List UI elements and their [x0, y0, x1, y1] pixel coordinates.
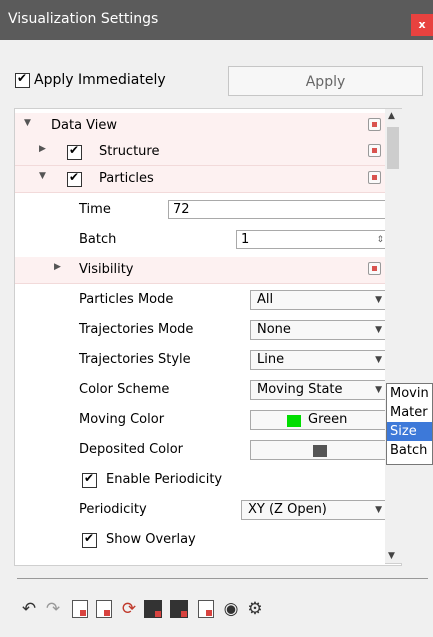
particles-mode-select[interactable]: All ▼ [250, 290, 389, 310]
undo-icon[interactable]: ↶ [18, 598, 40, 620]
time-input[interactable]: 72 [168, 200, 387, 219]
deposited-color-label: Deposited Color [79, 442, 184, 457]
collapsed-arrow-icon[interactable]: ▶ [39, 144, 46, 154]
enable-periodicity-checkbox[interactable] [82, 471, 97, 488]
reset-view-icon[interactable] [96, 600, 112, 618]
tree-row-structure[interactable]: ▶ Structure [15, 139, 385, 166]
redo-icon[interactable]: ↷ [42, 598, 64, 620]
reset-icon[interactable] [368, 118, 381, 131]
data-view-label: Data View [51, 118, 118, 133]
dropdown-arrow-icon[interactable]: ▼ [375, 381, 382, 399]
trajectories-style-value: Line [257, 352, 285, 367]
show-overlay-checkbox[interactable] [82, 531, 97, 548]
reset-icon[interactable] [368, 171, 381, 184]
batch-value: 1 [241, 232, 250, 247]
scroll-up-icon[interactable]: ▲ [388, 111, 395, 121]
apply-immediately-checkbox[interactable]: Apply Immediately [15, 71, 166, 88]
particles-checkbox[interactable] [67, 170, 82, 187]
deposited-color-button[interactable] [250, 440, 389, 460]
save-image-icon[interactable] [144, 600, 162, 618]
show-overlay-row: Show Overlay [15, 527, 385, 553]
particles-mode-row: Particles Mode All ▼ [15, 287, 389, 313]
color-scheme-row: Color Scheme Moving State ▼ [15, 377, 389, 403]
reset-icon[interactable] [368, 144, 381, 157]
dropdown-option[interactable]: Mater [387, 403, 432, 422]
trajectories-mode-label: Trajectories Mode [79, 322, 194, 337]
enable-periodicity-row: Enable Periodicity [15, 467, 385, 493]
particles-label: Particles [99, 171, 154, 186]
expanded-arrow-icon[interactable]: ▼ [24, 118, 31, 128]
settings-tree: ▼ Data View ▶ Structure ▼ Particles Time… [14, 108, 402, 566]
particles-mode-label: Particles Mode [79, 292, 174, 307]
trajectories-mode-select[interactable]: None ▼ [250, 320, 389, 340]
periodicity-row: Periodicity XY (Z Open) ▼ [15, 497, 389, 523]
show-overlay-label: Show Overlay [106, 532, 196, 547]
tree-row-data-view[interactable]: ▼ Data View [15, 113, 385, 140]
vertical-scrollbar[interactable]: ▲ ▼ [385, 108, 402, 564]
periodicity-select[interactable]: XY (Z Open) ▼ [241, 500, 389, 520]
save-settings-icon[interactable] [170, 600, 188, 618]
batch-row: Batch 1 ⇕ [15, 227, 389, 253]
dropdown-option-selected[interactable]: Size [387, 422, 432, 441]
color-swatch [287, 415, 301, 427]
reset-icon[interactable] [368, 262, 381, 275]
apply-row: Apply Immediately Apply [0, 64, 433, 100]
structure-label: Structure [99, 144, 160, 159]
particles-mode-value: All [257, 292, 274, 307]
color-scheme-value: Moving State [257, 382, 343, 397]
refresh-icon[interactable]: ⟳ [118, 598, 140, 620]
apply-button[interactable]: Apply [228, 66, 423, 96]
close-button[interactable]: x [411, 14, 433, 36]
time-label: Time [79, 202, 111, 217]
trajectories-style-row: Trajectories Style Line ▼ [15, 347, 389, 373]
deposited-color-row: Deposited Color [15, 437, 389, 463]
tree-row-particles[interactable]: ▼ Particles [15, 166, 385, 193]
apply-immediately-label: Apply Immediately [34, 72, 166, 88]
structure-checkbox[interactable] [67, 143, 82, 160]
tree-row-visibility[interactable]: ▶ Visibility [15, 257, 385, 284]
visibility-label: Visibility [79, 262, 134, 277]
color-swatch [313, 445, 327, 457]
batch-label: Batch [79, 232, 117, 247]
moving-color-label: Moving Color [79, 412, 165, 427]
expanded-arrow-icon[interactable]: ▼ [39, 171, 46, 181]
collapsed-arrow-icon[interactable]: ▶ [54, 262, 61, 272]
periodicity-value: XY (Z Open) [248, 502, 327, 517]
dropdown-arrow-icon[interactable]: ▼ [375, 321, 382, 339]
moving-color-row: Moving Color Green [15, 407, 389, 433]
toolbar-separator [17, 578, 428, 579]
title-bar: Visualization Settings x [0, 0, 433, 40]
moving-color-button[interactable]: Green [250, 410, 389, 430]
dropdown-option[interactable]: Movin [387, 384, 432, 403]
trajectories-mode-row: Trajectories Mode None ▼ [15, 317, 389, 343]
window-title: Visualization Settings [8, 11, 159, 27]
eye-icon[interactable]: ◉ [220, 598, 242, 620]
color-scheme-label: Color Scheme [79, 382, 170, 397]
dropdown-arrow-icon[interactable]: ▼ [375, 351, 382, 369]
time-row: Time 72 [15, 197, 387, 223]
dropdown-arrow-icon[interactable]: ▼ [375, 291, 382, 309]
enable-periodicity-label: Enable Periodicity [106, 472, 223, 487]
scroll-down-icon[interactable]: ▼ [388, 551, 395, 561]
moving-color-value: Green [308, 412, 348, 427]
scroll-thumb[interactable] [387, 127, 399, 169]
reset-settings-icon[interactable] [72, 600, 88, 618]
trajectories-mode-value: None [257, 322, 291, 337]
color-scheme-select[interactable]: Moving State ▼ [250, 380, 389, 400]
checkbox-check-icon[interactable] [15, 71, 30, 88]
trajectories-style-select[interactable]: Line ▼ [250, 350, 389, 370]
color-scheme-dropdown-list: Movin Mater Size Batch [386, 383, 433, 465]
dropdown-arrow-icon[interactable]: ▼ [375, 501, 382, 519]
batch-spinbox[interactable]: 1 ⇕ [236, 230, 389, 249]
trajectories-style-label: Trajectories Style [79, 352, 191, 367]
dropdown-option[interactable]: Batch [387, 441, 432, 460]
gear-icon[interactable]: ⚙ [244, 598, 266, 620]
periodicity-label: Periodicity [79, 502, 147, 517]
export-icon[interactable] [198, 600, 214, 618]
spin-arrows-icon[interactable]: ⇕ [376, 231, 384, 249]
